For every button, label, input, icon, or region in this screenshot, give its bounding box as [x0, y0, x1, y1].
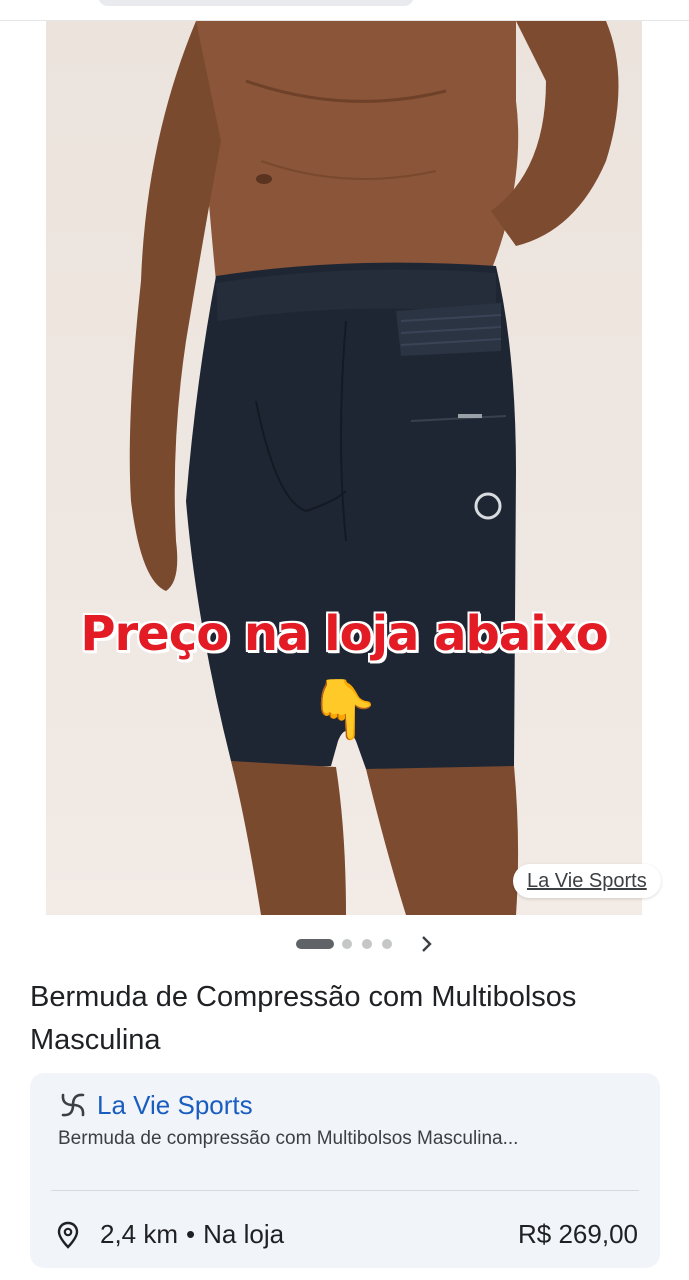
product-photo[interactable]: Preço na loja abaixo 👇 — [46, 21, 642, 915]
pointing-down-icon: 👇 — [308, 677, 381, 742]
product-detail-page: Preço na loja abaixo 👇 La Vie Sports Ber… — [0, 0, 689, 1280]
card-divider — [51, 1190, 639, 1191]
store-availability: Na loja — [203, 1219, 285, 1249]
image-carousel[interactable]: Preço na loja abaixo 👇 La Vie Sports — [0, 21, 689, 915]
store-distance: 2,4 km — [100, 1219, 179, 1249]
image-source-link[interactable]: La Vie Sports — [513, 864, 661, 898]
pagination-dot[interactable] — [382, 939, 392, 949]
pagination-dot[interactable] — [362, 939, 372, 949]
chevron-right-icon[interactable] — [420, 933, 434, 961]
store-offer-card[interactable]: La Vie Sports Bermuda de compressão com … — [30, 1073, 660, 1268]
product-photo-illustration — [129, 21, 619, 915]
pagination-dot[interactable] — [342, 939, 352, 949]
pagination-dot-active[interactable] — [296, 939, 334, 949]
carousel-pagination — [0, 935, 689, 955]
separator-dot: • — [186, 1219, 196, 1249]
location-pin-icon — [57, 1221, 79, 1249]
swirl-logo-icon — [61, 1093, 85, 1117]
search-bar-edge[interactable] — [98, 0, 414, 6]
product-price: R$ 269,00 — [518, 1219, 638, 1249]
price-overlay-text: Preço na loja abaixo — [80, 606, 608, 662]
store-name-link[interactable]: La Vie Sports — [97, 1090, 253, 1121]
store-header[interactable]: La Vie Sports — [57, 1087, 253, 1123]
product-title: Bermuda de Compressão com Multibolsos Ma… — [30, 981, 577, 1056]
store-location: 2,4 km • Na loja — [56, 1219, 284, 1250]
store-product-description: Bermuda de compressão com Multibolsos Ma… — [58, 1128, 519, 1149]
